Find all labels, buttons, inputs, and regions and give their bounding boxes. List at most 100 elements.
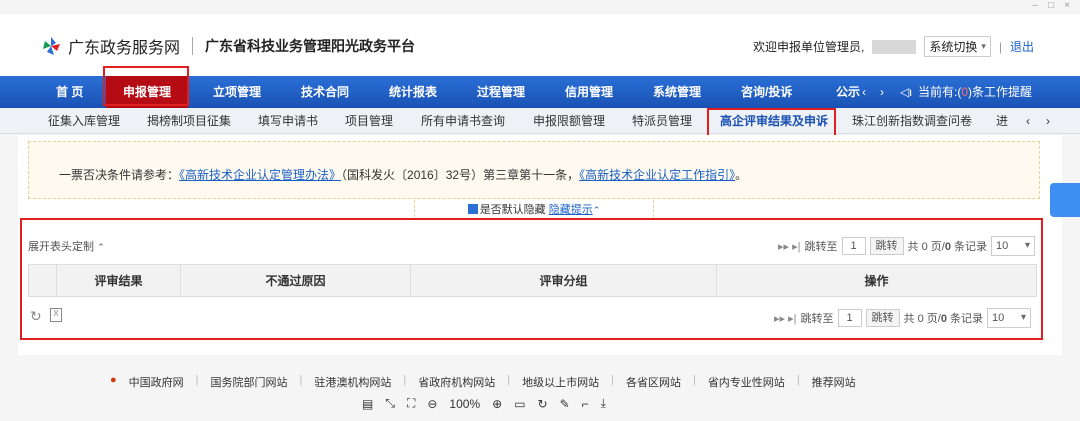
record-unit: 条记录	[950, 313, 983, 325]
jump-button[interactable]: 跳转	[869, 237, 904, 255]
nav-credit[interactable]: 信用管理	[565, 76, 613, 108]
page-size-select[interactable]: 10	[987, 308, 1031, 328]
image-viewer-toolbar: ▤ ⤡ ⛶ ⊖ 100% ⊕ ▭ ↻ ✎ ⌐ ⤓	[362, 396, 606, 411]
jump-button[interactable]: 跳转	[865, 309, 900, 327]
gd-logo-icon	[43, 37, 60, 55]
refresh-icon[interactable]: ↻	[30, 308, 42, 325]
zoom-out-icon[interactable]: ⊖	[427, 397, 437, 411]
policy-link-2[interactable]: 《高新技术企业认定工作指引》	[579, 168, 735, 182]
default-hide-label: 是否默认隐藏	[479, 204, 546, 216]
default-hide-checkbox[interactable]	[467, 204, 478, 214]
col-review-group: 评审分组	[410, 264, 717, 297]
total-pages: 0	[917, 313, 924, 325]
footer-link-7[interactable]: 推荐网站	[812, 374, 856, 390]
rotate-icon[interactable]: ↻	[538, 397, 548, 411]
chevron-down-icon: ▾	[981, 41, 986, 51]
edit-icon[interactable]: ✎	[560, 397, 570, 411]
record-unit: 条记录	[954, 241, 987, 253]
zoom-in-icon[interactable]: ⊕	[492, 397, 502, 411]
minimize-icon[interactable]: –	[1033, 0, 1039, 14]
total-prefix: 共	[903, 313, 915, 325]
layout-icon[interactable]: ▤	[362, 397, 373, 411]
username-mask	[872, 39, 917, 54]
page-size-select[interactable]: 10	[991, 236, 1035, 256]
hide-tip-link[interactable]: 隐藏提示	[549, 204, 593, 216]
shrink-icon[interactable]: ⤡	[385, 396, 395, 411]
col-operation: 操作	[716, 264, 1037, 297]
subnav-project[interactable]: 项目管理	[345, 108, 393, 134]
result-table: 评审结果 不通过原因 评审分组 操作	[28, 264, 1037, 297]
actual-size-icon[interactable]: ▭	[514, 397, 525, 411]
subnav-limit[interactable]: 申报限额管理	[533, 108, 605, 134]
policy-link-1[interactable]: 《高新技术企业认定管理办法》	[179, 168, 341, 182]
footer-link-2[interactable]: 驻港澳机构网站	[314, 374, 391, 390]
exit-link[interactable]: 退出	[1010, 38, 1034, 55]
last-page-icon[interactable]: ▸▸ ▸|	[774, 312, 796, 325]
download-icon[interactable]: ⤓	[601, 396, 606, 411]
export-excel-icon[interactable]: X	[50, 308, 62, 322]
footer-link-0[interactable]: 中国政府网	[129, 374, 184, 390]
nav-process[interactable]: 过程管理	[477, 76, 525, 108]
table-header-row: 评审结果 不通过原因 评审分组 操作	[28, 264, 1037, 297]
nav-contract[interactable]: 技术合同	[301, 76, 349, 108]
footer-link-3[interactable]: 省政府机构网站	[418, 374, 495, 390]
chevron-right-icon[interactable]: ›	[1046, 108, 1050, 134]
last-page-icon[interactable]: ▸▸ ▸|	[778, 240, 800, 253]
nav-system[interactable]: 系统管理	[653, 76, 701, 108]
page-input[interactable]: 1	[841, 237, 866, 255]
total-records: 0	[940, 313, 947, 325]
fit-icon[interactable]: ⛶	[407, 396, 415, 411]
chevron-left-icon[interactable]: ‹	[1026, 108, 1030, 134]
notice-prefix: 一票否决条件请参考：	[59, 168, 180, 182]
separator: |	[796, 374, 800, 386]
user-bar: 欢迎申报单位管理员, 系统切换 ▾ | 退出	[753, 36, 1034, 57]
table-blank-header	[28, 264, 57, 297]
footer-link-6[interactable]: 省内专业性网站	[708, 374, 785, 390]
total-records: 0	[944, 241, 951, 253]
footer-link-4[interactable]: 地级以上市网站	[522, 374, 599, 390]
nav-home[interactable]: 首 页	[56, 76, 83, 108]
total-prefix: 共	[907, 241, 919, 253]
maximize-icon[interactable]: □	[1048, 0, 1054, 14]
crop-icon[interactable]: ⌐	[582, 397, 589, 411]
nav-project[interactable]: 立项管理	[213, 76, 261, 108]
total-pages: 0	[921, 241, 928, 253]
system-switch[interactable]: 系统切换 ▾	[924, 36, 991, 57]
pager-top: ▸▸ ▸| 跳转至 1 跳转 共 0 页/0 条记录 10	[778, 236, 1035, 256]
close-icon[interactable]: ×	[1064, 0, 1070, 14]
subnav-jiebang[interactable]: 揭榜制项目征集	[147, 108, 231, 134]
subnav-progress[interactable]: 进度	[996, 108, 1014, 134]
separator: |	[403, 374, 407, 386]
footer-link-1[interactable]: 国务院部门网站	[211, 374, 288, 390]
pager-bottom: ▸▸ ▸| 跳转至 1 跳转 共 0 页/0 条记录 10	[774, 308, 1031, 328]
veto-notice: 一票否决条件请参考：《高新技术企业认定管理办法》（国科发火〔2016〕32号）第…	[28, 141, 1040, 199]
reminder-text[interactable]: 当前有:(0)条工作提醒	[918, 76, 1032, 108]
page-summary: 共 0 页/0 条记录	[904, 310, 984, 326]
separator: |	[998, 39, 1002, 54]
nav-consult[interactable]: 咨询/投诉	[741, 76, 792, 108]
nav-publicity[interactable]: 公示	[836, 76, 860, 108]
system-switch-label: 系统切换	[929, 40, 978, 54]
nav-statistics[interactable]: 统计报表	[389, 76, 437, 108]
subnav-survey[interactable]: 珠江创新指数调查问卷	[852, 108, 972, 134]
chevron-right-icon[interactable]: ›	[880, 76, 884, 108]
separator: |	[195, 374, 199, 386]
chevron-left-icon[interactable]: ‹	[862, 76, 866, 108]
header-custom-toggle[interactable]: 展开表头定制 ⌃	[28, 238, 105, 254]
subnav-fill[interactable]: 填写申请书	[258, 108, 318, 134]
header-custom-label: 展开表头定制	[28, 241, 94, 253]
subnav-collect[interactable]: 征集入库管理	[48, 108, 120, 134]
separator: |	[692, 374, 696, 386]
separator: |	[611, 374, 614, 386]
subnav-query[interactable]: 所有申请书查询	[421, 108, 505, 134]
page-input[interactable]: 1	[837, 309, 862, 327]
logo: 广东政务服务网 广东省科技业务管理阳光政务平台	[40, 34, 415, 58]
header-divider	[192, 37, 194, 55]
separator: |	[507, 374, 511, 386]
chat-bubble-icon[interactable]	[1050, 183, 1080, 217]
speaker-icon: ◁ι	[900, 85, 912, 99]
footer-link-5[interactable]: 各省区网站	[626, 374, 681, 390]
subnav-commissioner[interactable]: 特派员管理	[632, 108, 692, 134]
welcome-text: 欢迎申报单位管理员,	[752, 40, 865, 54]
platform-name: 广东省科技业务管理阳光政务平台	[205, 38, 416, 54]
